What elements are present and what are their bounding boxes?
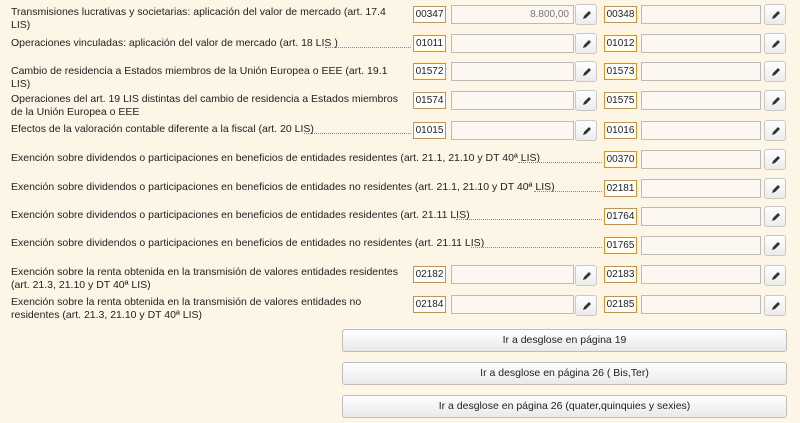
pencil-icon [583,302,591,310]
amount-field-right[interactable] [641,91,761,110]
edit-button-right[interactable] [764,295,786,316]
box-code-right: 02183 [604,266,637,283]
edit-button-right[interactable] [764,90,786,111]
box-code-right: 00348 [604,6,637,23]
pencil-icon [772,302,780,310]
amount-field-right[interactable] [641,150,761,169]
box-code-right: 01573 [604,63,637,80]
pencil-icon [583,127,591,135]
pencil-icon [583,97,591,105]
box-code-left: 00347 [413,6,446,23]
amount-field-left[interactable] [451,295,574,314]
amount-field-right[interactable] [641,236,761,255]
row-label: Exención sobre dividendos o participacio… [11,237,487,249]
box-code-right: 02181 [604,180,637,197]
pencil-icon [583,40,591,48]
pencil-icon [583,11,591,19]
edit-button-left[interactable] [575,265,597,286]
pencil-icon [772,68,780,76]
edit-button-right[interactable] [764,149,786,170]
edit-button-left[interactable] [575,33,597,54]
edit-button-right[interactable] [764,61,786,82]
amount-field-left[interactable] [451,62,574,81]
box-code-right: 01016 [604,122,637,139]
pencil-icon [583,68,591,76]
box-code-right: 00370 [604,151,637,168]
amount-field-left[interactable] [451,34,574,53]
edit-button-left[interactable] [575,295,597,316]
amount-field-right[interactable] [641,121,761,140]
box-code-left: 01572 [413,63,446,80]
pencil-icon [772,156,780,164]
edit-button-right[interactable] [764,120,786,141]
edit-button-right[interactable] [764,265,786,286]
pencil-icon [772,242,780,250]
edit-button-right[interactable] [764,4,786,25]
pencil-icon [772,213,780,221]
pencil-icon [772,272,780,280]
row-label: Exención sobre la renta obtenida en la t… [11,266,398,291]
edit-button-left[interactable] [575,4,597,25]
edit-button-right[interactable] [764,178,786,199]
edit-button-left[interactable] [575,90,597,111]
edit-button-right[interactable] [764,235,786,256]
edit-button-right[interactable] [764,206,786,227]
box-code-right: 01012 [604,35,637,52]
pencil-icon [772,97,780,105]
amount-field-right[interactable] [641,34,761,53]
edit-button-right[interactable] [764,33,786,54]
box-code-left: 02182 [413,266,446,283]
row-label: Operaciones vinculadas: aplicación del v… [11,37,340,49]
pencil-icon [772,11,780,19]
pencil-icon [772,185,780,193]
amount-field-right[interactable] [641,5,761,24]
box-code-right: 02185 [604,296,637,313]
edit-button-left[interactable] [575,61,597,82]
box-code-left: 02184 [413,296,446,313]
box-code-right: 01575 [604,92,637,109]
pencil-icon [772,127,780,135]
goto-page-26-bis-ter-button[interactable]: Ir a desglose en página 26 ( Bis,Ter) [342,362,787,385]
amount-field-right[interactable] [641,207,761,226]
edit-button-left[interactable] [575,120,597,141]
row-label: Cambio de residencia a Estados miembros … [11,65,388,90]
box-code-left: 01015 [413,122,446,139]
amount-field-left[interactable]: 8.800,00 [451,5,574,24]
amount-field-left[interactable] [451,265,574,284]
row-label: Exención sobre dividendos o participacio… [11,181,557,193]
amount-field-right[interactable] [641,295,761,314]
amount-field-right[interactable] [641,62,761,81]
row-label: Efectos de la valoración contable difere… [11,123,316,135]
goto-page-19-button[interactable]: Ir a desglose en página 19 [342,329,787,352]
pencil-icon [583,272,591,280]
box-code-right: 01764 [604,208,637,225]
amount-field-left[interactable] [451,121,574,140]
box-code-right: 01765 [604,237,637,254]
row-label: Exención sobre dividendos o participacio… [11,152,543,164]
pencil-icon [772,40,780,48]
row-label: Exención sobre la renta obtenida en la t… [11,296,362,321]
goto-page-26-quater-button[interactable]: Ir a desglose en página 26 (quater,quinq… [342,395,787,418]
row-label: Operaciones del art. 19 LIS distintas de… [11,93,398,118]
row-label: Exención sobre dividendos o participacio… [11,209,472,221]
amount-field-right[interactable] [641,179,761,198]
amount-field-left[interactable] [451,91,574,110]
box-code-left: 01574 [413,92,446,109]
amount-field-right[interactable] [641,265,761,284]
box-code-left: 01011 [413,35,446,52]
row-label: Transmisiones lucrativas y societarias: … [11,6,386,31]
